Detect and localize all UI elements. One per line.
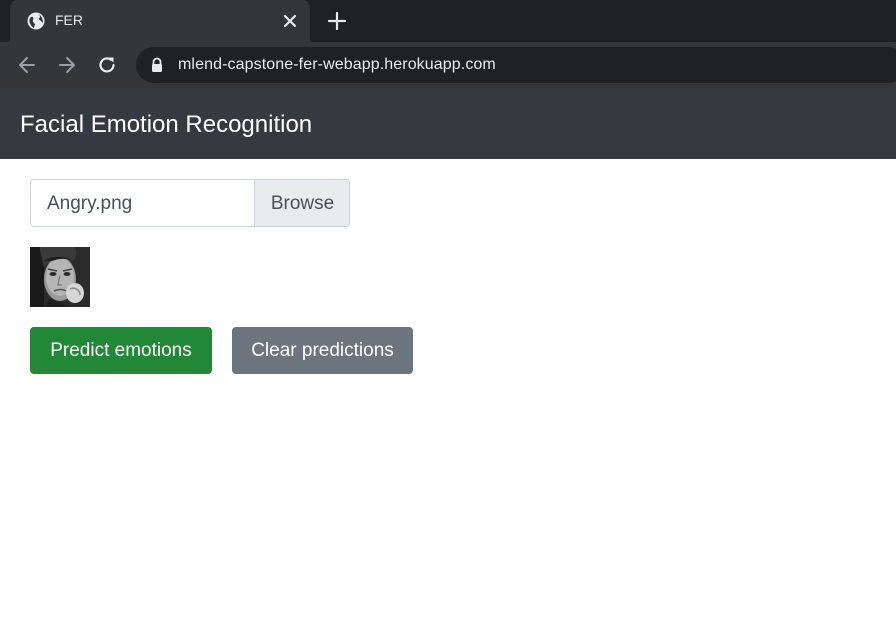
browser-tab[interactable]: FER [10, 0, 310, 42]
app-navbar: Facial Emotion Recognition [0, 88, 896, 159]
lock-icon[interactable] [150, 57, 164, 73]
tab-title: FER [55, 12, 83, 28]
reload-icon[interactable] [96, 54, 118, 76]
browser-tabstrip: FER [0, 0, 896, 42]
clear-predictions-button[interactable]: Clear predictions [232, 327, 413, 374]
browse-button[interactable]: Browse [254, 180, 349, 226]
arrow-right-icon[interactable] [56, 54, 78, 76]
plus-icon[interactable] [326, 10, 348, 32]
arrow-left-icon[interactable] [16, 54, 38, 76]
address-bar[interactable]: mlend-capstone-fer-webapp.herokuapp.com [136, 47, 896, 83]
uploaded-face-image [30, 247, 90, 307]
browser-toolbar: mlend-capstone-fer-webapp.herokuapp.com [0, 42, 896, 88]
globe-icon [27, 12, 45, 30]
browse-label: Browse [270, 193, 335, 214]
close-icon[interactable] [280, 11, 300, 31]
url-text: mlend-capstone-fer-webapp.herokuapp.com [178, 56, 496, 73]
selected-file-name: Angry.png [47, 193, 133, 214]
file-upload-input[interactable]: Angry.png Browse [30, 179, 350, 227]
page-title[interactable]: Facial Emotion Recognition [20, 111, 312, 139]
predict-emotions-button[interactable]: Predict emotions [30, 327, 212, 374]
